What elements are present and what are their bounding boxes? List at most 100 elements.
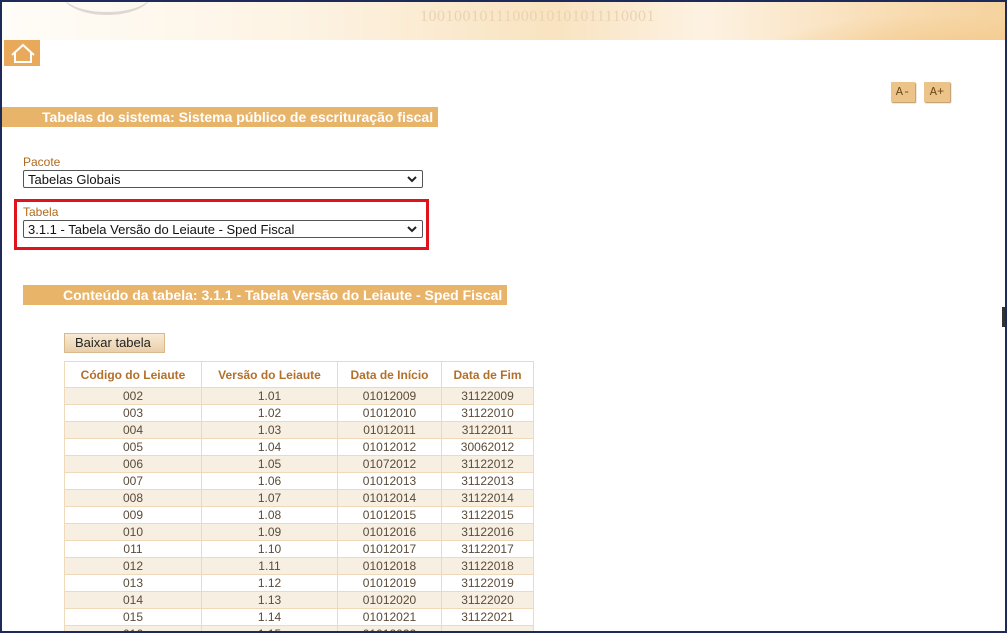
- table-cell: 011: [64, 540, 202, 558]
- column-header[interactable]: Data de Fim: [441, 361, 534, 388]
- table-row: 015 1.14 01012021 31122021: [64, 608, 534, 626]
- table-cell: 1.02: [201, 404, 338, 422]
- table-row: 0161.1501012022: [64, 625, 534, 631]
- table-cell: 31122017: [441, 540, 534, 558]
- table-cell: 013: [64, 574, 202, 592]
- table-cell: 01012017: [337, 540, 442, 558]
- table-row: 007 1.06 01012013 31122013: [64, 472, 534, 490]
- table-cell: 003: [64, 404, 202, 422]
- table-cell: 1.13: [201, 591, 338, 609]
- table-cell: 31122011: [441, 421, 534, 439]
- table-cell: 014: [64, 591, 202, 609]
- column-header[interactable]: Versão do Leiaute: [201, 361, 338, 388]
- table-cell: 01012010: [337, 404, 442, 422]
- table-cell: 1.03: [201, 421, 338, 439]
- table-cell: 01012014: [337, 489, 442, 507]
- banner-binary-text: 1001001011100010101011110001: [420, 8, 656, 25]
- table-cell: 01012021: [337, 608, 442, 626]
- table-row: 014 1.13 01012020 31122020: [64, 591, 534, 609]
- table-cell: 31122015: [441, 506, 534, 524]
- table-cell: 31122013: [441, 472, 534, 490]
- table-cell: 01012018: [337, 557, 442, 575]
- table-cell: 31122020: [441, 591, 534, 609]
- banner-nav-bar: [40, 40, 1005, 66]
- font-decrease-button[interactable]: A-: [891, 82, 915, 102]
- table-row: 008 1.07 01012014 31122014: [64, 489, 534, 507]
- table-cell: 01012015: [337, 506, 442, 524]
- table-cell: 1.10: [201, 540, 338, 558]
- table-cell: 1.12: [201, 574, 338, 592]
- column-header[interactable]: Data de Início: [337, 361, 442, 388]
- table-row: 013 1.12 01012019 31122019: [64, 574, 534, 592]
- table-cell: 1.11: [201, 557, 338, 575]
- table-cell: 010: [64, 523, 202, 541]
- table-cell: 1.14: [201, 608, 338, 626]
- table-row: 003 1.02 01012010 31122010: [64, 404, 534, 422]
- chevron-down-icon: [407, 226, 417, 233]
- table-cell: 31122019: [441, 574, 534, 592]
- browser-viewport: 1001001011100010101011110001 A- A+ Tabel…: [0, 0, 1007, 633]
- table-cell: 01012009: [337, 387, 442, 405]
- leiaute-table: Código do Leiaute Versão do Leiaute Data…: [64, 361, 534, 631]
- table-cell: 1.15: [201, 625, 338, 631]
- pacote-select-value: Tabelas Globais: [28, 172, 121, 187]
- table-cell: 01012019: [337, 574, 442, 592]
- download-table-button[interactable]: Baixar tabela: [64, 333, 165, 353]
- tabela-label: Tabela: [23, 205, 59, 219]
- window-edge-marker: [1002, 307, 1005, 327]
- table-cell: 01072012: [337, 455, 442, 473]
- table-cell: 1.07: [201, 489, 338, 507]
- table-cell: 1.04: [201, 438, 338, 456]
- table-cell: 1.08: [201, 506, 338, 524]
- table-row: 002 1.01 01012009 31122009: [64, 387, 534, 405]
- tabela-select[interactable]: 3.1.1 - Tabela Versão do Leiaute - Sped …: [23, 220, 423, 238]
- font-increase-button[interactable]: A+: [924, 82, 950, 102]
- pacote-select[interactable]: Tabelas Globais: [23, 170, 423, 188]
- table-cell: 31122016: [441, 523, 534, 541]
- table-cell: 30062012: [441, 438, 534, 456]
- table-cell: 012: [64, 557, 202, 575]
- table-cell: 01012016: [337, 523, 442, 541]
- table-cell: 31122021: [441, 608, 534, 626]
- system-tables-title: Tabelas do sistema: Sistema público de e…: [2, 107, 438, 127]
- table-cell: 31122009: [441, 387, 534, 405]
- table-cell: 1.09: [201, 523, 338, 541]
- site-banner: 1001001011100010101011110001: [2, 2, 1005, 66]
- table-cell: 31122010: [441, 404, 534, 422]
- table-cell: 015: [64, 608, 202, 626]
- tabela-select-value: 3.1.1 - Tabela Versão do Leiaute - Sped …: [28, 222, 295, 237]
- home-button[interactable]: [4, 40, 40, 66]
- pacote-label: Pacote: [23, 155, 61, 169]
- table-row: 006 1.05 01072012 31122012: [64, 455, 534, 473]
- table-cell: 1.06: [201, 472, 338, 490]
- table-cell: 01012011: [337, 421, 442, 439]
- table-row: 005 1.04 01012012 30062012: [64, 438, 534, 456]
- table-row: 011 1.10 01012017 31122017: [64, 540, 534, 558]
- table-content-title: Conteúdo da tabela: 3.1.1 - Tabela Versã…: [23, 285, 507, 305]
- table-cell: 004: [64, 421, 202, 439]
- table-cell: 01012013: [337, 472, 442, 490]
- table-cell: 005: [64, 438, 202, 456]
- table-cell: 01012022: [337, 625, 442, 631]
- table-cell: 31122018: [441, 557, 534, 575]
- column-header[interactable]: Código do Leiaute: [64, 361, 202, 388]
- table-row: 010 1.09 01012016 31122016: [64, 523, 534, 541]
- table-row: 009 1.08 01012015 31122015: [64, 506, 534, 524]
- chevron-down-icon: [407, 176, 417, 183]
- table-cell: 31122012: [441, 455, 534, 473]
- table-cell: 007: [64, 472, 202, 490]
- table-cell: 002: [64, 387, 202, 405]
- table-row: 012 1.11 01012018 31122018: [64, 557, 534, 575]
- table-cell: [441, 625, 534, 631]
- table-row: 004 1.03 01012011 31122011: [64, 421, 534, 439]
- table-cell: 016: [64, 625, 202, 631]
- table-cell: 1.01: [201, 387, 338, 405]
- table-cell: 01012012: [337, 438, 442, 456]
- table-cell: 31122014: [441, 489, 534, 507]
- table-cell: 008: [64, 489, 202, 507]
- table-cell: 1.05: [201, 455, 338, 473]
- banner-logo-arc: [62, 2, 152, 15]
- table-cell: 006: [64, 455, 202, 473]
- home-icon: [11, 43, 35, 63]
- table-cell: 01012020: [337, 591, 442, 609]
